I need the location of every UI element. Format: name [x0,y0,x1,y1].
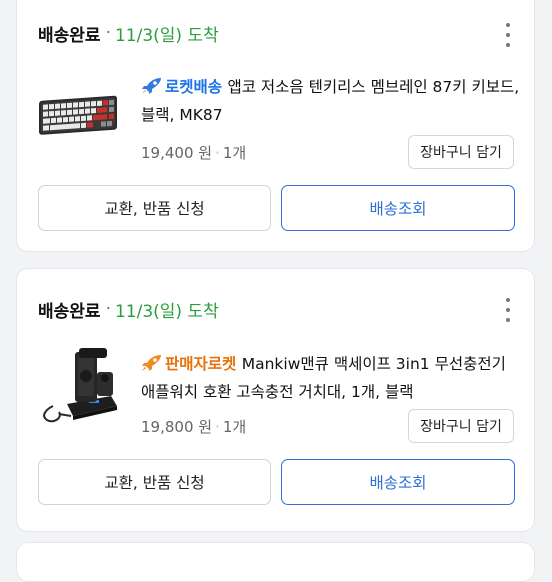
add-to-cart-button[interactable]: 장바구니 담기 [408,135,514,169]
exchange-return-button[interactable]: 교환, 반품 신청 [38,459,271,505]
charger-product-image[interactable] [37,344,121,428]
quantity: 1개 [222,144,247,162]
product-title[interactable]: 로켓배송 앱코 저소음 텐키리스 멤브레인 87키 키보드, 블랙, MK87 [141,73,521,129]
product-title[interactable]: 판매자로켓 Mankiw맨큐 맥세이프 3in1 무선충전기 애플워치 호환 고… [141,350,521,406]
price: 19,800 원 [141,418,213,436]
separator-dot: · [215,144,220,162]
status-label: 배송완료 [38,25,101,46]
price: 19,400 원 [141,144,213,162]
separator-dot: · [215,418,220,436]
delivery-status: 배송완료 · 11/3(일) 도착 [38,297,219,322]
arrival-date: 11/3(일) 도착 [114,25,219,46]
add-to-cart-button[interactable]: 장바구니 담기 [408,409,514,443]
status-label: 배송완료 [38,301,101,322]
delivery-status: 배송완료 · 11/3(일) 도착 [38,21,219,46]
rocket-delivery-badge: 로켓배송 [141,78,227,96]
order-card: 배송완료 · 11/3(일) 도착 로켓배송 앱코 저소음 텐키리스 멤브레인 … [16,0,535,252]
keyboard-product-image[interactable] [37,71,121,155]
price-row: 19,400 원 · 1개 [141,142,246,163]
order-card-partial [16,542,535,582]
track-delivery-button[interactable]: 배송조회 [281,185,515,231]
status-dot: · [105,299,111,319]
track-delivery-button[interactable]: 배송조회 [281,459,515,505]
more-options-icon[interactable] [498,23,518,47]
seller-rocket-badge: 판매자로켓 [141,355,242,373]
order-card: 배송완료 · 11/3(일) 도착 판매자로켓 Mankiw맨큐 맥세이프 3i… [16,268,535,532]
quantity: 1개 [222,418,247,436]
rocket-icon [142,355,161,371]
arrival-date: 11/3(일) 도착 [114,301,219,322]
price-row: 19,800 원 · 1개 [141,416,246,437]
rocket-icon [142,78,161,94]
status-dot: · [105,23,111,43]
exchange-return-button[interactable]: 교환, 반품 신청 [38,185,271,231]
more-options-icon[interactable] [498,298,518,322]
